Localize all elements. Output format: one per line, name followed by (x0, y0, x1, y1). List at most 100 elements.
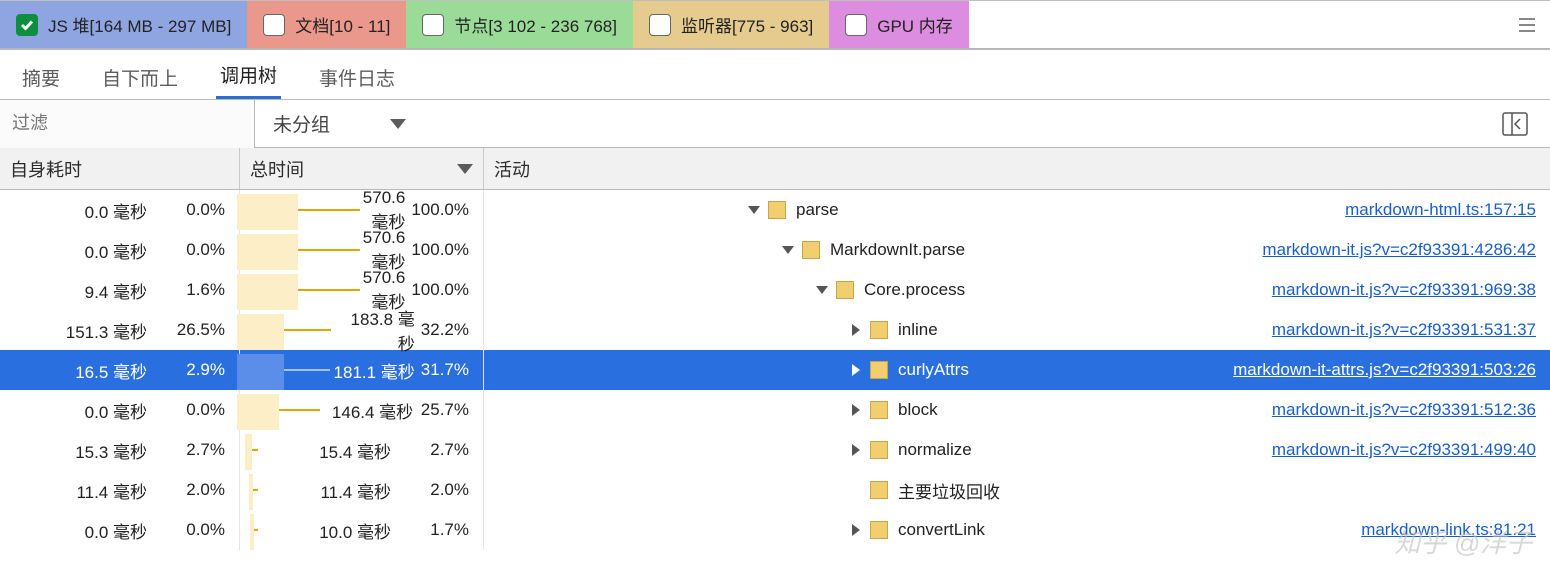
total-time-cell: 15.4 毫秒2.7% (240, 430, 484, 470)
header-self-time[interactable]: 自身耗时 (0, 148, 240, 189)
self-time-cell: 15.3 毫秒2.7% (0, 430, 240, 470)
source-link[interactable]: markdown-it-attrs.js?v=c2f93391:503:26 (1233, 360, 1536, 380)
table-row[interactable]: 15.3 毫秒2.7%15.4 毫秒2.7% normalize markdown-… (0, 430, 1550, 470)
timeline-legend: JS 堆[164 MB - 297 MB] 文档[10 - 11] 节点[3 1… (0, 0, 1550, 50)
self-time-cell: 11.4 毫秒2.0% (0, 470, 240, 510)
header-total-time[interactable]: 总时间 (240, 148, 484, 189)
source-link[interactable]: markdown-it.js?v=c2f93391:499:40 (1272, 440, 1536, 460)
legend-listeners[interactable]: 监听器[775 - 963] (633, 1, 829, 48)
expand-right-icon[interactable] (846, 404, 866, 416)
source-link[interactable]: markdown-html.ts:157:15 (1345, 200, 1536, 220)
expand-down-icon[interactable] (812, 286, 832, 294)
toggle-panel-icon[interactable] (1498, 107, 1532, 141)
self-time-cell: 16.5 毫秒2.9% (0, 350, 240, 390)
activity-cell: 主要垃圾回收 (484, 470, 1550, 510)
total-time-pct: 2.0% (397, 480, 477, 500)
legend-gpu-memory[interactable]: GPU 内存 (829, 1, 969, 48)
tab-call-tree[interactable]: 调用树 (216, 51, 281, 99)
legend-nodes[interactable]: 节点[3 102 - 236 768] (406, 1, 633, 48)
table-row[interactable]: 0.0 毫秒0.0%570.6 毫秒100.0%parsemarkdown-ht… (0, 190, 1550, 230)
source-link[interactable]: markdown-link.ts:81:21 (1361, 520, 1536, 540)
table-row[interactable]: 9.4 毫秒1.6% 570.6 毫秒100.0% Core.process mark… (0, 270, 1550, 310)
total-time-pct: 1.7% (397, 520, 477, 540)
table-row[interactable]: 11.4 毫秒2.0%11.4 毫秒2.0%主要垃圾回收 (0, 470, 1550, 510)
activity-name: curlyAttrs (898, 360, 969, 380)
total-time-ms: 146.4 毫秒 (323, 398, 419, 423)
self-time-pct: 2.9% (153, 360, 233, 380)
table-row[interactable]: 151.3 毫秒26.5%183.8 毫秒32.2%inlinemarkdown… (0, 310, 1550, 350)
self-time-pct: 26.5% (153, 320, 233, 340)
table-row[interactable]: 0.0 毫秒0.0%570.6 毫秒100.0%MarkdownIt.parse… (0, 230, 1550, 270)
table-row[interactable]: 0.0 毫秒0.0% 146.4 毫秒25.7% block markdown-it.… (0, 390, 1550, 430)
legend-documents[interactable]: 文档[10 - 11] (247, 1, 406, 48)
legend-js-heap[interactable]: JS 堆[164 MB - 297 MB] (0, 1, 247, 48)
total-time-cell: 183.8 毫秒32.2% (240, 310, 484, 350)
expand-down-icon[interactable] (778, 246, 798, 254)
self-time-cell: 0.0 毫秒0.0% (0, 390, 240, 430)
total-time-cell: 570.6 毫秒100.0% (240, 270, 484, 310)
expand-right-icon[interactable] (846, 524, 866, 536)
source-link[interactable]: markdown-it.js?v=c2f93391:512:36 (1272, 400, 1536, 420)
source-link[interactable]: markdown-it.js?v=c2f93391:531:37 (1272, 320, 1536, 340)
activity-cell: Core.process markdown-it.js?v=c2f93391:96… (484, 270, 1550, 310)
self-time-ms: 9.4 毫秒 (17, 278, 153, 303)
header-total-time-label: 总时间 (250, 156, 304, 182)
chevron-down-icon (390, 119, 406, 129)
activity-cell: parsemarkdown-html.ts:157:15 (484, 190, 1550, 230)
table-row[interactable]: 0.0 毫秒0.0%10.0 毫秒1.7%convertLinkmarkdown… (0, 510, 1550, 550)
legend-js-label: JS 堆[164 MB - 297 MB] (48, 12, 231, 37)
checkbox-icon[interactable] (845, 14, 867, 36)
activity-name: convertLink (898, 520, 985, 540)
total-time-ms: 11.4 毫秒 (261, 478, 397, 503)
total-time-ms: 570.6 毫秒 (363, 188, 412, 233)
source-link[interactable]: markdown-it.js?v=c2f93391:969:38 (1272, 280, 1536, 300)
activity-cell: normalize markdown-it.js?v=c2f93391:499:4… (484, 430, 1550, 470)
checkbox-icon[interactable] (422, 14, 444, 36)
total-time-pct: 2.7% (397, 440, 477, 460)
expand-down-icon[interactable] (744, 206, 764, 214)
js-call-icon (802, 241, 820, 259)
total-time-pct: 25.7% (419, 400, 477, 420)
column-header: 自身耗时 总时间 活动 (0, 148, 1550, 190)
expand-right-icon[interactable] (846, 324, 866, 336)
js-call-icon (768, 201, 786, 219)
total-time-pct: 100.0% (411, 280, 477, 300)
expand-right-icon[interactable] (846, 444, 866, 456)
result-tabs: 摘要 自下而上 调用树 事件日志 (0, 50, 1550, 100)
checkbox-icon[interactable] (16, 14, 38, 36)
activity-name: normalize (898, 440, 972, 460)
activity-name: block (898, 400, 938, 420)
activity-name: inline (898, 320, 938, 340)
self-time-ms: 16.5 毫秒 (17, 358, 153, 383)
self-time-pct: 2.0% (153, 480, 233, 500)
overflow-menu-icon[interactable] (1504, 1, 1550, 48)
self-time-pct: 1.6% (153, 280, 233, 300)
source-link[interactable]: markdown-it.js?v=c2f93391:4286:42 (1262, 240, 1536, 260)
tab-bottom-up[interactable]: 自下而上 (98, 54, 182, 99)
activity-cell: MarkdownIt.parsemarkdown-it.js?v=c2f9339… (484, 230, 1550, 270)
js-call-icon (870, 481, 888, 499)
total-time-pct: 31.7% (421, 360, 477, 380)
js-call-icon (870, 321, 888, 339)
total-time-ms: 570.6 毫秒 (363, 228, 412, 273)
filter-input[interactable] (0, 100, 255, 148)
group-by-select[interactable]: 未分组 (255, 110, 424, 137)
tab-event-log[interactable]: 事件日志 (315, 54, 399, 99)
total-time-ms: 181.1 毫秒 (333, 358, 421, 383)
self-time-ms: 0.0 毫秒 (17, 398, 153, 423)
self-time-pct: 0.0% (153, 400, 233, 420)
total-time-ms: 183.8 毫秒 (334, 305, 421, 355)
total-time-ms: 10.0 毫秒 (261, 518, 397, 543)
table-row[interactable]: 16.5 毫秒2.9% 181.1 毫秒31.7% curlyAttrs markdo… (0, 350, 1550, 390)
self-time-pct: 0.0% (153, 240, 233, 260)
checkbox-icon[interactable] (649, 14, 671, 36)
expand-right-icon[interactable] (846, 364, 866, 376)
checkbox-icon[interactable] (263, 14, 285, 36)
total-time-cell: 570.6 毫秒100.0% (240, 190, 484, 230)
header-activity[interactable]: 活动 (484, 148, 1550, 189)
tab-summary[interactable]: 摘要 (18, 54, 64, 99)
total-time-pct: 32.2% (421, 320, 477, 340)
js-call-icon (870, 441, 888, 459)
activity-name: Core.process (864, 280, 965, 300)
activity-cell: curlyAttrs markdown-it-attrs.js?v=c2f9339… (484, 350, 1550, 390)
